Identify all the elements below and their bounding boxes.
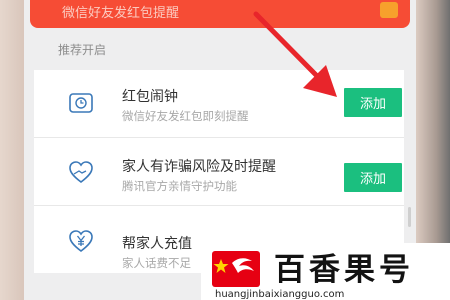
watermark-url: huangjinbaixiangguo.com [215, 289, 345, 300]
watermark-logo: 百香果号 huangjinbaixiangguo.com [201, 243, 450, 300]
logo-icon [212, 251, 260, 287]
watermark-brand: 百香果号 [274, 252, 414, 288]
